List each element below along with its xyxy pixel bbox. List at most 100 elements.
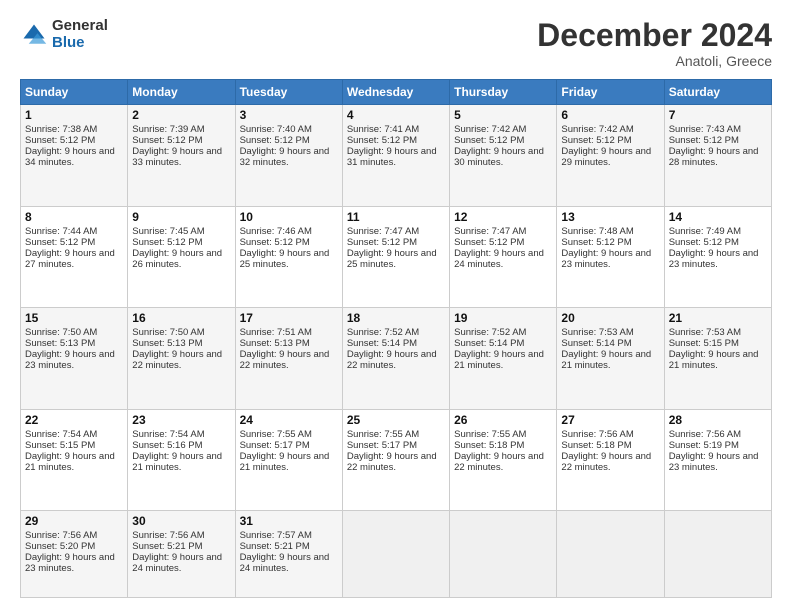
daylight-label: Daylight: 9 hours and 33 minutes. [132,146,222,168]
week-row-1: 1 Sunrise: 7:38 AM Sunset: 5:12 PM Dayli… [21,105,772,207]
day-number: 17 [240,311,338,325]
cell-week5-day0: 29 Sunrise: 7:56 AM Sunset: 5:20 PM Dayl… [21,511,128,598]
sunrise-label: Sunrise: 7:44 AM [25,226,97,237]
cell-week4-day0: 22 Sunrise: 7:54 AM Sunset: 5:15 PM Dayl… [21,409,128,511]
daylight-label: Daylight: 9 hours and 21 minutes. [669,349,759,371]
daylight-label: Daylight: 9 hours and 28 minutes. [669,146,759,168]
logo: General Blue [20,18,108,51]
week-row-4: 22 Sunrise: 7:54 AM Sunset: 5:15 PM Dayl… [21,409,772,511]
sunset-label: Sunset: 5:12 PM [454,135,524,146]
header-monday: Monday [128,80,235,105]
sunset-label: Sunset: 5:12 PM [132,135,202,146]
daylight-label: Daylight: 9 hours and 30 minutes. [454,146,544,168]
day-number: 25 [347,413,445,427]
day-number: 24 [240,413,338,427]
daylight-label: Daylight: 9 hours and 22 minutes. [240,349,330,371]
day-number: 10 [240,210,338,224]
sunset-label: Sunset: 5:12 PM [25,237,95,248]
sunset-label: Sunset: 5:15 PM [669,338,739,349]
day-number: 6 [561,108,659,122]
sunset-label: Sunset: 5:12 PM [25,135,95,146]
cell-week2-day3: 11 Sunrise: 7:47 AM Sunset: 5:12 PM Dayl… [342,206,449,308]
daylight-label: Daylight: 9 hours and 22 minutes. [561,451,651,473]
week-row-5: 29 Sunrise: 7:56 AM Sunset: 5:20 PM Dayl… [21,511,772,598]
sunrise-label: Sunrise: 7:48 AM [561,226,633,237]
location: Anatoli, Greece [537,53,772,69]
day-number: 31 [240,514,338,528]
header-thursday: Thursday [450,80,557,105]
sunrise-label: Sunrise: 7:42 AM [561,124,633,135]
day-number: 11 [347,210,445,224]
sunset-label: Sunset: 5:19 PM [669,440,739,451]
sunrise-label: Sunrise: 7:54 AM [132,429,204,440]
day-number: 12 [454,210,552,224]
sunrise-label: Sunrise: 7:42 AM [454,124,526,135]
day-number: 7 [669,108,767,122]
sunset-label: Sunset: 5:12 PM [347,237,417,248]
sunset-label: Sunset: 5:13 PM [240,338,310,349]
cell-week1-day3: 4 Sunrise: 7:41 AM Sunset: 5:12 PM Dayli… [342,105,449,207]
cell-week5-day2: 31 Sunrise: 7:57 AM Sunset: 5:21 PM Dayl… [235,511,342,598]
cell-week1-day1: 2 Sunrise: 7:39 AM Sunset: 5:12 PM Dayli… [128,105,235,207]
day-number: 8 [25,210,123,224]
sunrise-label: Sunrise: 7:56 AM [25,530,97,541]
sunset-label: Sunset: 5:12 PM [669,237,739,248]
sunrise-label: Sunrise: 7:54 AM [25,429,97,440]
day-number: 22 [25,413,123,427]
sunset-label: Sunset: 5:18 PM [454,440,524,451]
sunset-label: Sunset: 5:17 PM [347,440,417,451]
week-row-2: 8 Sunrise: 7:44 AM Sunset: 5:12 PM Dayli… [21,206,772,308]
sunset-label: Sunset: 5:21 PM [132,541,202,552]
day-number: 2 [132,108,230,122]
sunrise-label: Sunrise: 7:56 AM [669,429,741,440]
sunset-label: Sunset: 5:14 PM [347,338,417,349]
daylight-label: Daylight: 9 hours and 34 minutes. [25,146,115,168]
daylight-label: Daylight: 9 hours and 23 minutes. [561,248,651,270]
header: General Blue December 2024 Anatoli, Gree… [20,18,772,69]
day-number: 16 [132,311,230,325]
cell-week4-day1: 23 Sunrise: 7:54 AM Sunset: 5:16 PM Dayl… [128,409,235,511]
sunset-label: Sunset: 5:13 PM [25,338,95,349]
sunrise-label: Sunrise: 7:47 AM [347,226,419,237]
sunset-label: Sunset: 5:21 PM [240,541,310,552]
sunrise-label: Sunrise: 7:50 AM [132,327,204,338]
daylight-label: Daylight: 9 hours and 22 minutes. [347,451,437,473]
cell-week1-day6: 7 Sunrise: 7:43 AM Sunset: 5:12 PM Dayli… [664,105,771,207]
sunrise-label: Sunrise: 7:49 AM [669,226,741,237]
title-block: December 2024 Anatoli, Greece [537,18,772,69]
sunrise-label: Sunrise: 7:55 AM [454,429,526,440]
daylight-label: Daylight: 9 hours and 24 minutes. [454,248,544,270]
week-row-3: 15 Sunrise: 7:50 AM Sunset: 5:13 PM Dayl… [21,308,772,410]
sunrise-label: Sunrise: 7:56 AM [132,530,204,541]
header-tuesday: Tuesday [235,80,342,105]
daylight-label: Daylight: 9 hours and 21 minutes. [25,451,115,473]
logo-general: General [52,18,108,35]
sunrise-label: Sunrise: 7:55 AM [347,429,419,440]
daylight-label: Daylight: 9 hours and 23 minutes. [25,552,115,574]
sunset-label: Sunset: 5:14 PM [454,338,524,349]
day-number: 14 [669,210,767,224]
daylight-label: Daylight: 9 hours and 23 minutes. [25,349,115,371]
day-number: 21 [669,311,767,325]
daylight-label: Daylight: 9 hours and 24 minutes. [240,552,330,574]
cell-week2-day6: 14 Sunrise: 7:49 AM Sunset: 5:12 PM Dayl… [664,206,771,308]
daylight-label: Daylight: 9 hours and 25 minutes. [240,248,330,270]
day-number: 28 [669,413,767,427]
cell-week5-day5 [557,511,664,598]
cell-week5-day3 [342,511,449,598]
logo-icon [20,21,48,49]
day-number: 26 [454,413,552,427]
cell-week3-day6: 21 Sunrise: 7:53 AM Sunset: 5:15 PM Dayl… [664,308,771,410]
day-number: 5 [454,108,552,122]
sunset-label: Sunset: 5:12 PM [240,135,310,146]
logo-text: General Blue [52,18,108,51]
sunrise-label: Sunrise: 7:47 AM [454,226,526,237]
day-number: 15 [25,311,123,325]
cell-week1-day0: 1 Sunrise: 7:38 AM Sunset: 5:12 PM Dayli… [21,105,128,207]
sunset-label: Sunset: 5:12 PM [347,135,417,146]
day-number: 3 [240,108,338,122]
sunset-label: Sunset: 5:12 PM [132,237,202,248]
header-friday: Friday [557,80,664,105]
cell-week1-day5: 6 Sunrise: 7:42 AM Sunset: 5:12 PM Dayli… [557,105,664,207]
sunrise-label: Sunrise: 7:45 AM [132,226,204,237]
